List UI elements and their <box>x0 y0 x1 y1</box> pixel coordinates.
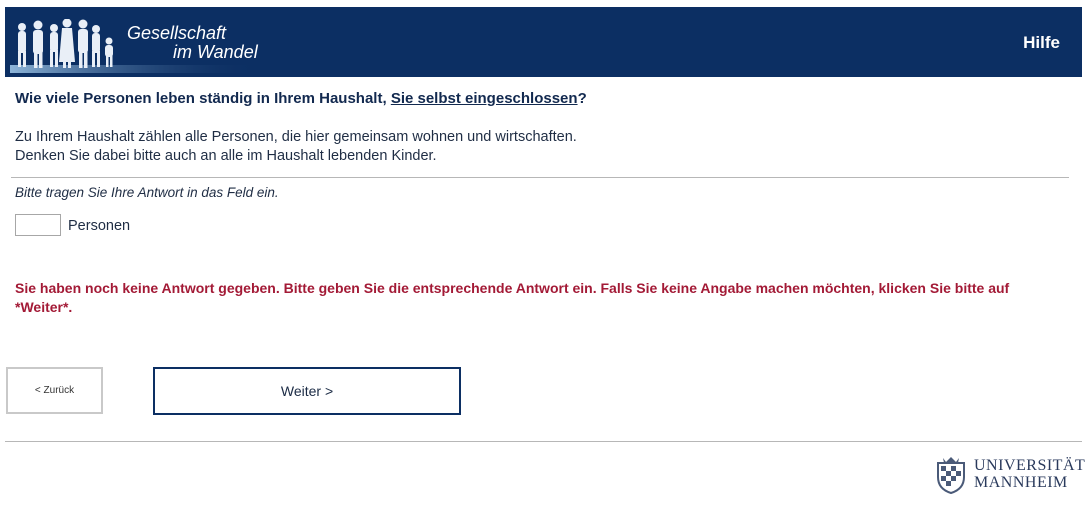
question-mark: ? <box>577 90 587 107</box>
person-count-input[interactable] <box>15 214 61 236</box>
footer-divider <box>5 441 1082 442</box>
next-button[interactable]: Weiter > <box>153 367 461 415</box>
error-message: Sie haben noch keine Antwort gegeben. Bi… <box>15 280 1010 315</box>
header-bar: Gesellschaft im Wandel Hilfe <box>5 7 1082 77</box>
university-name-line1: UNIVERSITÄT <box>974 457 1086 474</box>
university-name: UNIVERSITÄT MANNHEIM <box>974 457 1085 491</box>
logo-title-line1: Gesellschaft <box>127 23 227 43</box>
question-instructions: Zu Ihrem Haushalt zählen alle Personen, … <box>15 128 577 166</box>
university-mannheim-logo: UNIVERSITÄT MANNHEIM <box>934 455 1085 500</box>
answer-hint: Bitte tragen Sie Ihre Antwort in das Fel… <box>15 185 279 200</box>
university-seal-icon <box>937 457 965 495</box>
instruction-line-2: Denken Sie dabei bitte auch an alle im H… <box>15 148 437 164</box>
question-definition-link[interactable]: Sie selbst eingeschlossen <box>391 90 578 107</box>
back-button[interactable]: < Zurück <box>6 367 103 414</box>
university-name-line2: MANNHEIM <box>974 474 1068 491</box>
instruction-line-1: Zu Ihrem Haushalt zählen alle Personen, … <box>15 129 577 145</box>
question-main-text: Wie viele Personen leben ständig in Ihre… <box>15 90 391 107</box>
help-link[interactable]: Hilfe <box>1023 33 1060 53</box>
person-unit-label: Personen <box>68 218 131 234</box>
logo-title-line2: im Wandel <box>173 42 258 62</box>
question-text: Wie viele Personen leben ständig in Ihre… <box>15 90 587 107</box>
divider <box>11 177 1069 178</box>
